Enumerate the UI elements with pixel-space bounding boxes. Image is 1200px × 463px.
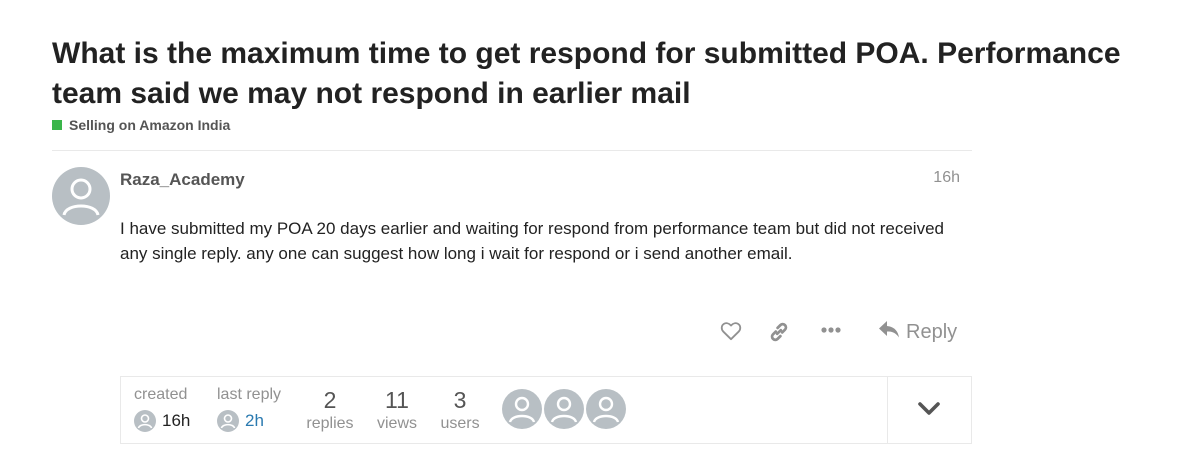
- topic-map: created 16h last reply 2h 2 replies 11 v…: [120, 376, 972, 444]
- more-actions-button[interactable]: [820, 323, 842, 342]
- users-count: 3: [453, 387, 467, 413]
- reply-button[interactable]: Reply: [878, 319, 957, 345]
- users-counter: 3 users: [437, 387, 483, 433]
- user-avatar-icon[interactable]: [544, 389, 584, 429]
- heart-icon: [720, 321, 742, 346]
- users-label: users: [440, 415, 480, 432]
- last-reply-time[interactable]: 2h: [245, 411, 264, 431]
- chevron-down-icon: [917, 402, 941, 421]
- replies-counter: 2 replies: [302, 387, 358, 433]
- topic-title: What is the maximum time to get respond …: [52, 37, 1121, 110]
- created-stat: created 16h: [134, 386, 190, 432]
- user-avatar-icon[interactable]: [217, 410, 239, 432]
- post-username[interactable]: Raza_Academy: [120, 170, 245, 190]
- user-avatar-icon[interactable]: [134, 410, 156, 432]
- views-label: views: [376, 415, 417, 432]
- link-icon: [767, 321, 791, 348]
- category-color-swatch: [52, 120, 62, 130]
- replies-label: replies: [306, 415, 354, 432]
- user-avatar-icon[interactable]: [502, 389, 542, 429]
- reply-label: Reply: [906, 320, 958, 343]
- post-body: I have submitted my POA 20 days earlier …: [120, 219, 944, 263]
- title-divider: [52, 150, 972, 151]
- topic-map-divider: [887, 377, 888, 443]
- category-name: Selling on Amazon India: [69, 117, 231, 133]
- views-count: 11: [385, 387, 409, 413]
- reply-arrow-icon: [878, 319, 906, 345]
- replies-count: 2: [323, 387, 337, 413]
- created-label: created: [134, 386, 188, 403]
- expand-topic-map-button[interactable]: [917, 399, 941, 422]
- post-actions: Reply: [712, 318, 962, 348]
- participants-list: [502, 389, 628, 429]
- share-link-button[interactable]: [767, 321, 791, 348]
- last-reply-stat: last reply 2h: [217, 386, 281, 432]
- views-counter: 11 views: [373, 387, 421, 433]
- like-button[interactable]: [720, 321, 742, 346]
- category-badge[interactable]: Selling on Amazon India: [52, 117, 230, 133]
- user-avatar-icon[interactable]: [586, 389, 626, 429]
- user-avatar-icon[interactable]: [52, 167, 110, 225]
- ellipsis-icon: [820, 323, 842, 342]
- post-timestamp[interactable]: 16h: [900, 169, 960, 187]
- last-reply-label: last reply: [217, 386, 282, 403]
- created-time[interactable]: 16h: [162, 411, 190, 431]
